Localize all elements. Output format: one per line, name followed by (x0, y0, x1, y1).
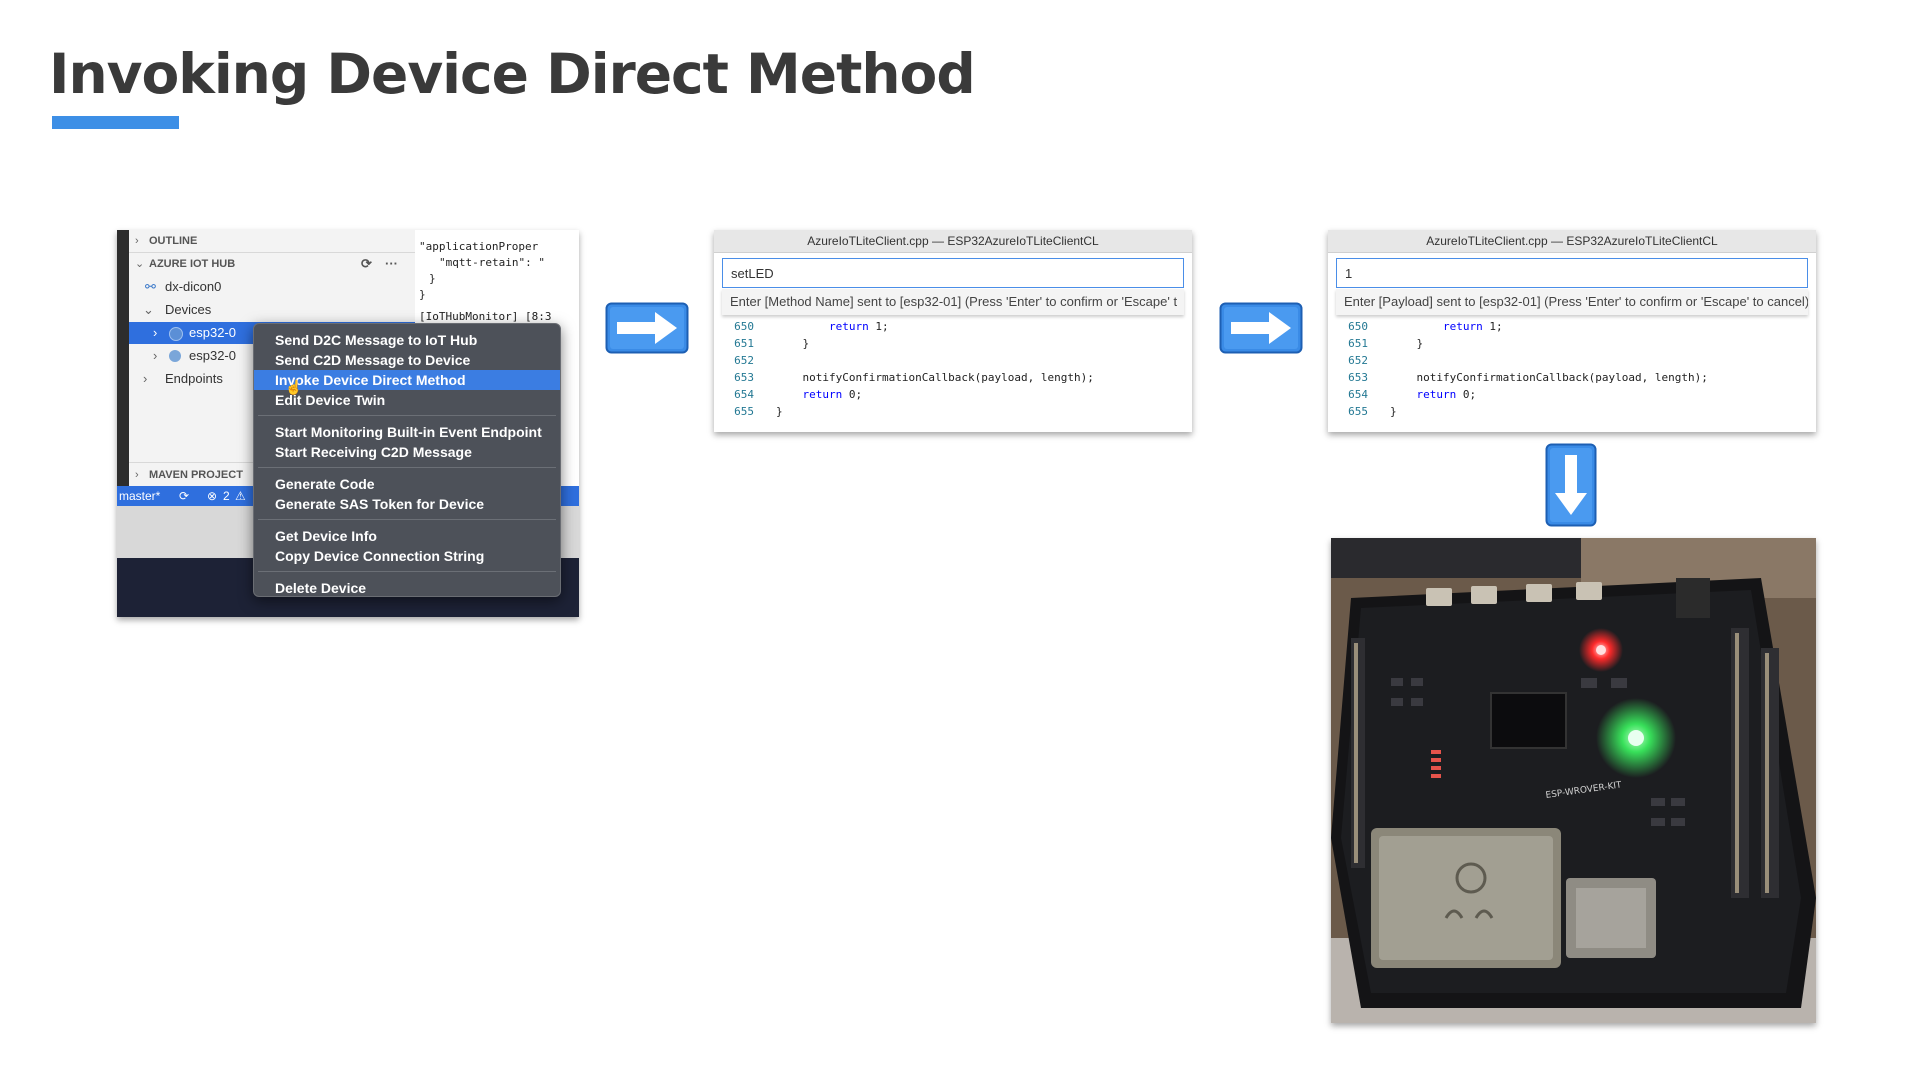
line-number: 654 (734, 388, 754, 401)
activity-bar (117, 230, 129, 486)
chevron-right-icon: › (135, 235, 139, 247)
section-outline[interactable]: › OUTLINE (129, 230, 415, 252)
line-number: 654 (1348, 388, 1368, 401)
menu-item-generate-sas-token[interactable]: Generate SAS Token for Device (254, 494, 560, 514)
cursor-hand-icon: ☝ (285, 379, 303, 395)
menu-separator (258, 415, 556, 416)
branch-label[interactable]: master* (119, 486, 160, 506)
chevron-right-icon: › (153, 348, 158, 363)
line-number: 652 (734, 354, 754, 367)
menu-separator (258, 519, 556, 520)
chevron-right-icon: › (143, 371, 148, 386)
window-title: AzureIoTLiteClient.cpp — ESP32AzureIoTLi… (1328, 230, 1816, 253)
menu-separator (258, 571, 556, 572)
menu-item-delete-device[interactable]: Delete Device (254, 578, 560, 598)
line-number: 653 (1348, 371, 1368, 384)
warning-icon: ⚠ (235, 489, 246, 503)
code-editor: 650 return 1; 651 } 652 653 notifyConfirmat… (1328, 316, 1816, 432)
hub-icon: ⚯ (145, 279, 156, 294)
chevron-down-icon: ⌄ (135, 258, 145, 270)
menu-item-get-device-info[interactable]: Get Device Info (254, 526, 560, 546)
error-count[interactable]: 2 (223, 486, 230, 506)
line-number: 650 (1348, 320, 1368, 333)
code-line: } (776, 405, 783, 418)
menu-item-start-monitoring[interactable]: Start Monitoring Built-in Event Endpoint (254, 422, 560, 442)
code-line: } (776, 337, 810, 350)
section-azure-iot-hub[interactable]: ⌄ AZURE IOT HUB ⟳ ··· (129, 253, 415, 275)
title-underline (52, 116, 179, 129)
line-number: 651 (734, 337, 754, 350)
line-number: 655 (1348, 405, 1368, 418)
device-icon (169, 327, 183, 341)
arrow-down-icon (1545, 443, 1597, 527)
menu-item-copy-connection-string[interactable]: Copy Device Connection String (254, 546, 560, 566)
code-line: } (1390, 405, 1397, 418)
code-editor: 650 return 1; 651 } 652 653 notifyConfirmat… (714, 316, 1192, 432)
refresh-icon[interactable]: ⟳ (361, 253, 372, 275)
code-line: return 1; (828, 320, 889, 333)
device-icon (169, 350, 181, 362)
vscode-sidebar-screenshot: › OUTLINE ⌄ AZURE IOT HUB ⟳ ··· ⚯ dx-dicon… (117, 230, 579, 617)
code-line: notifyConfirmationCallback(payload, leng… (1390, 371, 1708, 384)
code-line: return 0; (1416, 388, 1477, 401)
error-icon: ⊗ (207, 489, 218, 503)
payload-hint: Enter [Payload] sent to [esp32-01] (Pres… (1336, 289, 1808, 315)
menu-separator (258, 467, 556, 468)
code-line: } (1390, 337, 1424, 350)
sync-icon[interactable]: ⟳ (179, 486, 189, 506)
method-name-input[interactable]: setLED (722, 258, 1184, 288)
method-name-hint: Enter [Method Name] sent to [esp32-01] (… (722, 289, 1184, 315)
code-line: notifyConfirmationCallback(payload, leng… (776, 371, 1094, 384)
tree-item-hub[interactable]: ⚯ dx-dicon0 (129, 276, 415, 298)
arrow-right-icon (1219, 302, 1303, 354)
code-line: return 1; (1442, 320, 1503, 333)
chevron-down-icon: ⌄ (143, 302, 154, 317)
code-line: return 0; (802, 388, 863, 401)
board-image: ESP-WROVER-KIT (1331, 538, 1816, 1023)
context-menu: Send D2C Message to IoT Hub Send C2D Mes… (253, 323, 561, 597)
menu-item-send-d2c[interactable]: Send D2C Message to IoT Hub (254, 330, 560, 350)
payload-window: AzureIoTLiteClient.cpp — ESP32AzureIoTLi… (1328, 230, 1816, 432)
payload-input[interactable]: 1 (1336, 258, 1808, 288)
window-title: AzureIoTLiteClient.cpp — ESP32AzureIoTLi… (714, 230, 1192, 253)
menu-item-send-c2d[interactable]: Send C2D Message to Device (254, 350, 560, 370)
line-number: 653 (734, 371, 754, 384)
menu-item-start-receiving-c2d[interactable]: Start Receiving C2D Message (254, 442, 560, 462)
menu-item-generate-code[interactable]: Generate Code (254, 474, 560, 494)
line-number: 651 (1348, 337, 1368, 350)
chevron-right-icon: › (153, 325, 158, 340)
more-icon[interactable]: ··· (385, 253, 398, 275)
esp32-board-photo: ESP-WROVER-KIT (1331, 538, 1816, 1023)
line-number: 650 (734, 320, 754, 333)
chevron-right-icon: › (135, 469, 139, 481)
slide-title: Invoking Device Direct Method (49, 42, 976, 106)
arrow-right-icon (605, 302, 689, 354)
line-number: 655 (734, 405, 754, 418)
method-name-window: AzureIoTLiteClient.cpp — ESP32AzureIoTLi… (714, 230, 1192, 432)
tree-item-devices[interactable]: ⌄ Devices (129, 299, 415, 321)
line-number: 652 (1348, 354, 1368, 367)
